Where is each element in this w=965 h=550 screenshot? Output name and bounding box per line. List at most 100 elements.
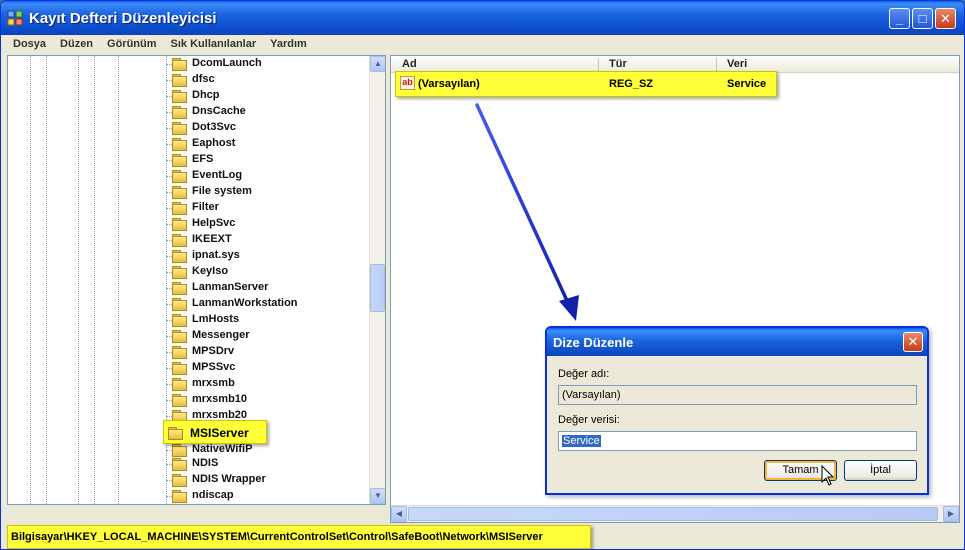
string-value-icon: ab — [400, 76, 415, 90]
value-type: REG_SZ — [609, 78, 654, 90]
tree-item-label: ipnat.sys — [192, 249, 240, 261]
folder-icon — [172, 394, 187, 407]
status-path: Bilgisayar\HKEY_LOCAL_MACHINE\SYSTEM\Cur… — [7, 525, 591, 549]
tree-item-label: Filter — [192, 201, 219, 213]
folder-icon — [172, 138, 187, 151]
minimize-button[interactable]: _ — [889, 8, 910, 29]
tree-item-label: DnsCache — [192, 105, 246, 117]
tree-item-label: NDIS — [192, 457, 219, 469]
value-name-field[interactable]: (Varsayılan) — [558, 385, 917, 405]
tree-guide-line — [30, 56, 31, 504]
registry-editor-window: Kayıt Defteri Düzenleyicisi _ □ ✕ Dosya D… — [0, 0, 965, 550]
tree-item-label: MPSSvc — [192, 361, 236, 373]
folder-icon — [172, 362, 187, 375]
folder-icon — [172, 444, 187, 457]
scroll-up-button[interactable]: ▲ — [370, 56, 385, 72]
maximize-button[interactable]: □ — [912, 8, 933, 29]
tree-item-label: MPSDrv — [192, 345, 235, 357]
window-title: Kayıt Defteri Düzenleyicisi — [29, 10, 217, 27]
folder-icon — [172, 298, 187, 311]
column-header-type[interactable]: Tür — [609, 58, 627, 70]
scroll-down-button[interactable]: ▼ — [370, 488, 385, 504]
folder-icon — [172, 378, 187, 391]
tree-item-label: NativeWifiP — [192, 443, 253, 455]
list-horizontal-scrollbar[interactable]: ◀ ▶ — [391, 505, 959, 522]
tree-guide-line — [94, 56, 95, 504]
edit-string-dialog: Dize Düzenle ✕ Değer adı: (Varsayılan) D… — [545, 326, 929, 495]
tree-guide-line — [46, 56, 47, 504]
list-row-default[interactable]: ab (Varsayılan) REG_SZ Service — [395, 71, 777, 97]
value-name-label: Değer adı: — [558, 368, 610, 380]
menu-file[interactable]: Dosya — [1, 35, 53, 50]
title-bar[interactable]: Kayıt Defteri Düzenleyicisi _ □ ✕ — [1, 1, 964, 35]
folder-icon — [168, 427, 183, 440]
tree-item-label: ndiscap — [192, 489, 234, 501]
folder-icon — [172, 330, 187, 343]
value-data: Service — [727, 78, 767, 90]
folder-icon — [172, 186, 187, 199]
status-bar: Bilgisayar\HKEY_LOCAL_MACHINE\SYSTEM\Cur… — [1, 524, 964, 549]
folder-icon — [172, 266, 187, 279]
tree-item-label: EFS — [192, 153, 214, 165]
tree-item-label: mrxsmb — [192, 377, 235, 389]
dialog-close-button[interactable]: ✕ — [903, 332, 923, 352]
folder-icon — [172, 218, 187, 231]
menu-view[interactable]: Görünüm — [100, 35, 164, 50]
folder-icon — [172, 474, 187, 487]
column-header-name[interactable]: Ad — [402, 58, 417, 70]
tree-item-label: Dhcp — [192, 89, 220, 101]
scroll-left-button[interactable]: ◀ — [391, 506, 407, 522]
tree-item-label: IKEEXT — [192, 233, 232, 245]
tree-item-label: Dot3Svc — [192, 121, 237, 133]
value-name: (Varsayılan) — [418, 78, 480, 90]
folder-icon — [172, 106, 187, 119]
folder-icon — [172, 170, 187, 183]
tree-vertical-scrollbar[interactable]: ▲ ▼ — [369, 56, 385, 504]
folder-icon — [172, 58, 187, 71]
folder-icon — [172, 458, 187, 471]
close-button[interactable]: ✕ — [935, 8, 956, 29]
registry-app-icon — [7, 10, 23, 26]
scroll-thumb[interactable] — [408, 507, 938, 521]
column-separator[interactable] — [598, 58, 599, 71]
tree-item-label: File system — [192, 185, 252, 197]
tree-item-label: Eaphost — [192, 137, 236, 149]
value-data-text: Service — [562, 435, 601, 447]
folder-icon — [172, 154, 187, 167]
folder-icon — [172, 346, 187, 359]
tree-item-label: LmHosts — [192, 313, 240, 325]
menu-edit[interactable]: Düzen — [53, 35, 100, 50]
menu-favorites[interactable]: Sık Kullanılanlar — [164, 35, 264, 50]
dialog-title-bar[interactable]: Dize Düzenle ✕ — [547, 328, 927, 356]
tree-item-label: DcomLaunch — [192, 57, 262, 69]
tree-item-label: Messenger — [192, 329, 250, 341]
value-data-label: Değer verisi: — [558, 414, 620, 426]
folder-icon — [172, 314, 187, 327]
scroll-right-button[interactable]: ▶ — [943, 506, 959, 522]
folder-icon — [172, 282, 187, 295]
column-header-data[interactable]: Veri — [727, 58, 747, 70]
tree-item-label: EventLog — [192, 169, 243, 181]
column-separator[interactable] — [716, 58, 717, 71]
tree-item-label: dfsc — [192, 73, 215, 85]
value-data-field[interactable]: Service — [558, 431, 917, 451]
tree-item-label: KeyIso — [192, 265, 229, 277]
menu-bar: Dosya Düzen Görünüm Sık Kullanılanlar Yardım — [1, 35, 964, 53]
registry-tree[interactable]: DcomLaunch dfsc Dhcp DnsCache Dot3Svc Eaphost… — [7, 55, 386, 505]
tree-item-label: mrxsmb10 — [192, 393, 248, 405]
menu-help[interactable]: Yardım — [263, 35, 314, 50]
folder-icon — [172, 90, 187, 103]
tree-item-msiserver-highlight[interactable]: MSIServer — [163, 420, 267, 444]
cancel-button[interactable]: İptal — [844, 460, 917, 481]
dialog-title: Dize Düzenle — [553, 335, 634, 350]
scroll-thumb[interactable] — [370, 264, 385, 312]
folder-icon — [172, 234, 187, 247]
folder-icon — [172, 122, 187, 135]
tree-item-label: HelpSvc — [192, 217, 236, 229]
tree-item-label: LanmanServer — [192, 281, 269, 293]
tree-item-label: MSIServer — [190, 426, 249, 440]
folder-icon — [172, 74, 187, 87]
tree-item-label: LanmanWorkstation — [192, 297, 298, 309]
tree-item-label: NDIS Wrapper — [192, 473, 266, 485]
mouse-cursor-icon — [821, 465, 835, 486]
